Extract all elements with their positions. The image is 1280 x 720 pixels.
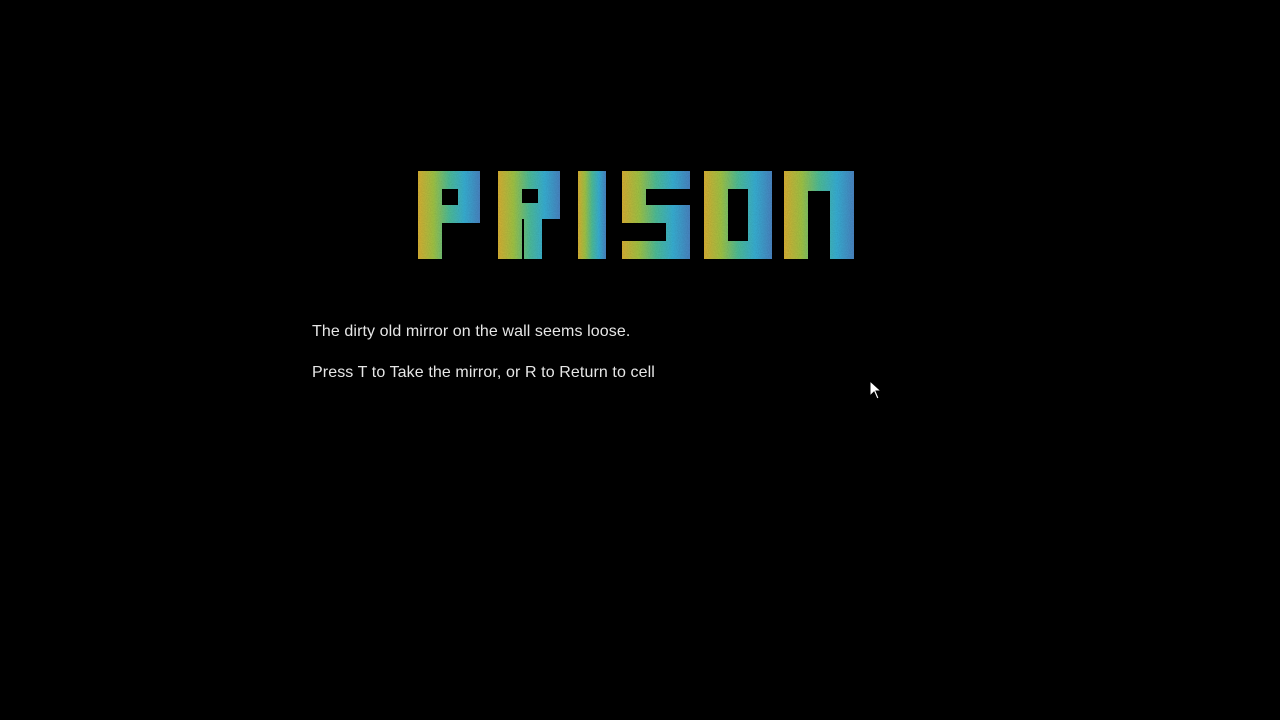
title-letter-r — [498, 171, 560, 259]
arrow-cursor-icon — [869, 380, 883, 400]
title-letter-s — [622, 171, 690, 259]
title-letter-o — [704, 171, 772, 259]
title-letter-i — [578, 171, 606, 259]
scene-description: The dirty old mirror on the wall seems l… — [312, 323, 631, 340]
game-title-logo: PRISON — [414, 169, 858, 261]
action-prompt: Press T to Take the mirror, or R to Retu… — [312, 364, 655, 381]
title-letter-n — [784, 171, 854, 259]
title-letter-p — [418, 171, 480, 259]
title-logo-graphic — [418, 171, 854, 259]
game-screen: PRISON — [0, 0, 1280, 720]
